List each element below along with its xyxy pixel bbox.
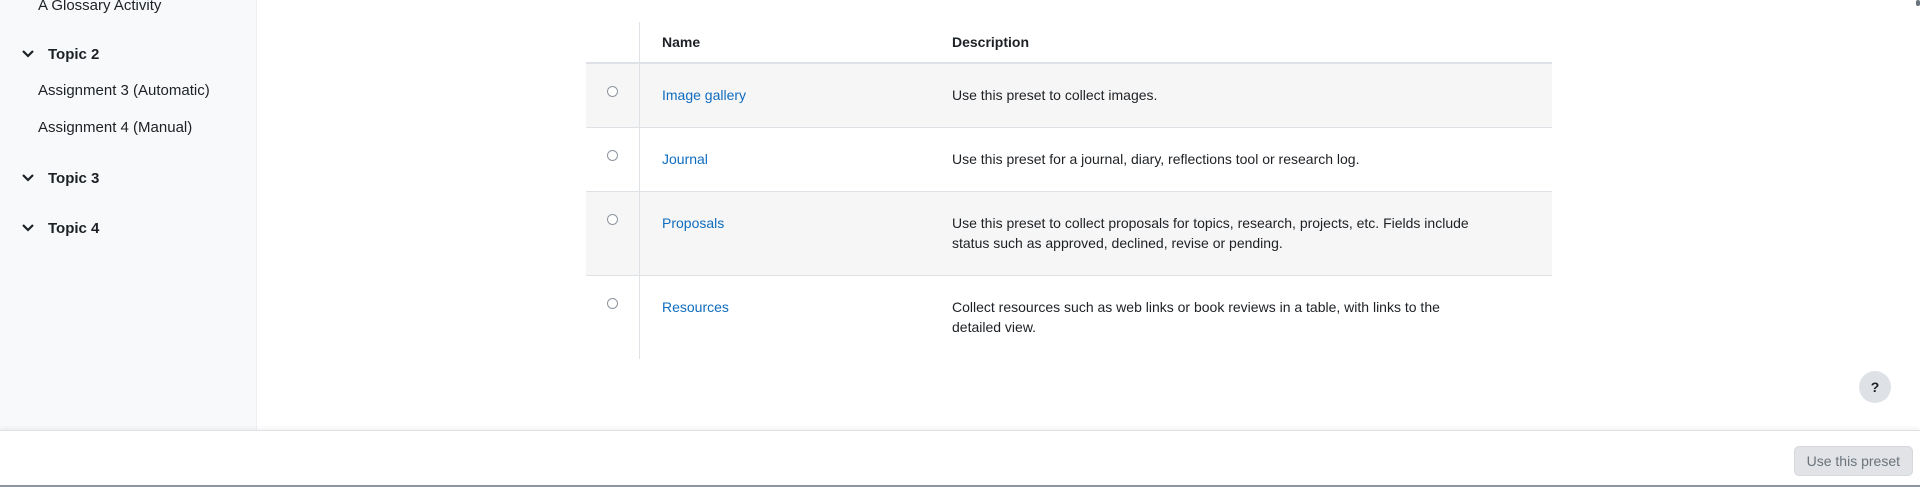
name-cell: Image gallery	[639, 63, 952, 127]
preset-link-journal[interactable]: Journal	[662, 149, 708, 169]
select-cell	[586, 191, 640, 275]
sidebar-topic-label: Topic 3	[48, 169, 100, 187]
preset-radio-image-gallery[interactable]	[607, 86, 618, 97]
description-cell: Use this preset for a journal, diary, re…	[952, 127, 1552, 191]
sidebar-topic-2[interactable]: Topic 2	[18, 44, 99, 64]
name-cell: Resources	[640, 275, 953, 359]
table-row: Journal Use this preset for a journal, d…	[586, 127, 1552, 191]
sidebar-item-label: A Glossary Activity	[38, 0, 162, 14]
question-icon: ?	[1870, 379, 1880, 395]
help-button[interactable]: ?	[1859, 371, 1891, 403]
preset-link-resources[interactable]: Resources	[662, 297, 729, 317]
description-cell: Collect resources such as web links or b…	[952, 275, 1552, 359]
presets-table: Name Description Image gallery Use this …	[586, 22, 1552, 359]
scrollbar-thumb[interactable]	[1916, 0, 1920, 6]
preset-radio-resources[interactable]	[607, 297, 618, 309]
sidebar-item-label: Assignment 3 (Automatic)	[38, 82, 210, 99]
chevron-down-icon[interactable]	[18, 168, 38, 188]
name-cell: Proposals	[639, 191, 952, 275]
chevron-down-icon[interactable]	[18, 44, 38, 64]
select-cell	[586, 63, 640, 127]
select-cell	[586, 275, 640, 359]
table-header-row: Name Description	[586, 22, 1552, 64]
name-column-header: Name	[639, 22, 952, 64]
preset-link-proposals[interactable]: Proposals	[662, 213, 724, 233]
preset-radio-journal[interactable]	[607, 149, 618, 161]
name-cell: Journal	[640, 127, 953, 191]
select-cell	[586, 127, 640, 191]
chevron-down-icon[interactable]	[18, 218, 38, 238]
description-column-header: Description	[952, 22, 1552, 64]
sidebar-topic-label: Topic 2	[48, 45, 100, 63]
sidebar-item-label: Assignment 4 (Manual)	[38, 119, 193, 136]
sticky-footer: Use this preset	[0, 430, 1920, 487]
sidebar-item-glossary[interactable]: A Glossary Activity	[38, 0, 161, 14]
preset-radio-proposals[interactable]	[607, 213, 618, 225]
table-row: Resources Collect resources such as web …	[586, 275, 1552, 359]
preset-link-image-gallery[interactable]: Image gallery	[662, 85, 746, 105]
description-cell: Use this preset to collect proposals for…	[952, 191, 1552, 275]
sidebar-item-assignment-4[interactable]: Assignment 4 (Manual)	[38, 119, 192, 136]
sidebar-topic-3[interactable]: Topic 3	[18, 168, 99, 188]
sidebar-item-assignment-3[interactable]: Assignment 3 (Automatic)	[38, 82, 210, 99]
table-row: Image gallery Use this preset to collect…	[586, 63, 1552, 127]
table-row: Proposals Use this preset to collect pro…	[586, 191, 1552, 275]
select-column-header	[586, 22, 640, 64]
preset-description: Use this preset to collect images.	[952, 87, 1158, 103]
course-index-sidebar: A Glossary Activity Topic 2 Assignment 3…	[0, 0, 257, 430]
sidebar-topic-4[interactable]: Topic 4	[18, 218, 99, 238]
preset-description: Use this preset to collect proposals for…	[952, 214, 1469, 251]
preset-description: Use this preset for a journal, diary, re…	[952, 150, 1360, 167]
sidebar-topic-label: Topic 4	[48, 219, 100, 237]
preset-description: Collect resources such as web links or b…	[952, 298, 1440, 335]
description-cell: Use this preset to collect images.	[952, 63, 1552, 127]
use-preset-button[interactable]: Use this preset	[1793, 446, 1913, 476]
